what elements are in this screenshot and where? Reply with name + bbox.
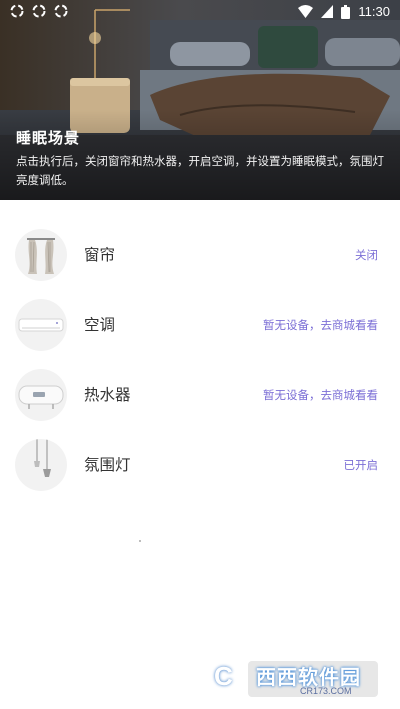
ambient-lamp-icon <box>15 439 67 491</box>
device-row-water-heater[interactable]: 热水器 暂无设备，去商城看看 <box>0 360 400 430</box>
notification-icon <box>54 4 68 18</box>
scene-title: 睡眠场景 <box>16 129 81 147</box>
device-status[interactable]: 暂无设备，去商城看看 <box>263 317 378 333</box>
status-bar: 11:30 <box>0 0 400 24</box>
device-name: 窗帘 <box>84 246 116 264</box>
device-row-air-conditioner[interactable]: 空调 暂无设备，去商城看看 <box>0 290 400 360</box>
device-name: 空调 <box>84 316 116 334</box>
status-time: 11:30 <box>358 4 390 19</box>
air-conditioner-icon <box>15 299 67 351</box>
scene-banner: 11:30 睡眠场景 点击执行后，关闭窗帘和热水器，开启空调，并设置为睡眠模式，… <box>0 0 400 200</box>
decorative-dot <box>139 540 141 542</box>
device-status[interactable]: 关闭 <box>355 247 378 263</box>
watermark-sub: CR173.COM <box>300 686 352 696</box>
status-right-icons: 11:30 <box>298 4 390 19</box>
status-left-icons <box>10 4 68 18</box>
device-status[interactable]: 暂无设备，去商城看看 <box>263 387 378 403</box>
wifi-icon <box>298 5 314 18</box>
watermark-logo: C <box>214 661 233 691</box>
device-row-ambient-lamp[interactable]: 氛围灯 已开启 <box>0 430 400 500</box>
curtain-icon <box>15 229 67 281</box>
battery-icon <box>341 4 351 19</box>
notification-icon <box>32 4 46 18</box>
device-status[interactable]: 已开启 <box>344 457 379 473</box>
device-row-curtain[interactable]: 窗帘 关闭 <box>0 220 400 290</box>
device-list: 窗帘 关闭 空调 暂无设备，去商城看看 热水器 暂无设备，去商城看看 氛围灯 已… <box>0 220 400 500</box>
signal-icon <box>321 5 334 18</box>
scene-description: 点击执行后，关闭窗帘和热水器，开启空调，并设置为睡眠模式，氛围灯亮度调低。 <box>16 154 384 187</box>
device-name: 氛围灯 <box>84 456 131 474</box>
device-name: 热水器 <box>84 386 131 404</box>
notification-icon <box>10 4 24 18</box>
water-heater-icon <box>15 369 67 421</box>
watermark: C 西西软件园 CR173.COM <box>200 657 380 699</box>
